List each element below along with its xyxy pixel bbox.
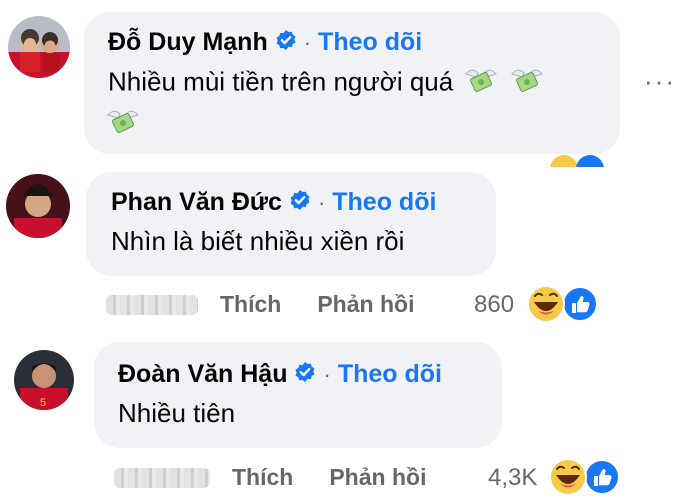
money-with-wings-icon [510,65,544,102]
comment-header: Đoàn Văn Hậu · Theo dõi [118,360,442,389]
svg-text:5: 5 [40,397,46,409]
like-button[interactable]: Thích [220,291,281,318]
reaction-icons[interactable] [548,457,624,502]
comment-bubble [94,342,502,448]
money-with-wings-icon [106,106,140,141]
separator-dot: · [303,29,312,55]
reply-button[interactable]: Phản hồi [317,291,414,318]
reaction-count[interactable]: 860 [474,291,514,319]
reaction-count[interactable]: 4,3K [488,464,537,492]
reply-button[interactable]: Phản hồi [329,464,426,491]
comment-header: Đỗ Duy Mạnh · Theo dõi [108,28,422,57]
comment-actions: Thích Phản hồi [106,291,414,318]
avatar[interactable]: 5 [14,350,74,410]
author-name[interactable]: Đoàn Văn Hậu [118,360,287,389]
follow-button[interactable]: Theo dõi [332,188,436,217]
separator-dot: · [323,361,331,387]
comment-text: Nhìn là biết nhiều xiền rồi [111,226,405,256]
comment-text-line: Nhiều mùi tiền trên người quá [108,66,454,97]
follow-button[interactable]: Theo dõi [318,28,422,57]
separator-dot: · [317,189,326,215]
avatar[interactable] [8,16,70,78]
author-name[interactable]: Đỗ Duy Mạnh [108,28,268,57]
more-options-icon[interactable]: ··· [644,66,676,97]
verified-badge-icon [289,189,311,216]
avatar[interactable] [6,174,70,238]
comment-actions: Thích Phản hồi [114,464,426,491]
reaction-icons-peek [548,154,610,183]
verified-badge-icon [275,29,297,56]
verified-badge-icon [294,361,316,388]
comment-header: Phan Văn Đức · Theo dõi [111,188,436,217]
timestamp-blurred [114,467,210,488]
comment-text: Nhiều mùi tiền trên người quá [108,65,544,102]
timestamp-blurred [106,294,198,315]
follow-button[interactable]: Theo dõi [338,360,442,389]
reaction-icons[interactable] [526,284,602,329]
money-with-wings-icon [464,65,498,102]
author-name[interactable]: Phan Văn Đức [111,188,282,217]
comment-text: Nhiều tiên [118,398,236,428]
like-button[interactable]: Thích [232,464,293,491]
